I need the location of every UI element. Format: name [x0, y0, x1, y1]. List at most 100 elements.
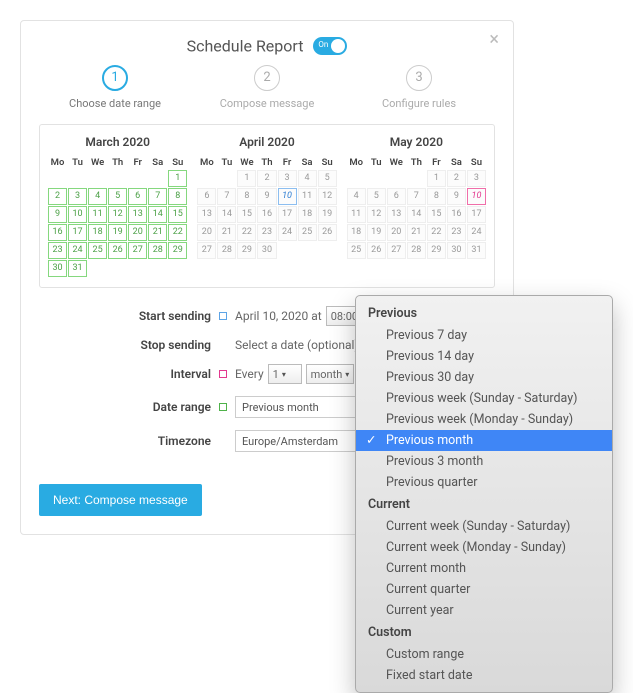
dropdown-item[interactable]: Custom range: [356, 644, 612, 665]
calendar-day[interactable]: 2: [48, 188, 67, 205]
calendar-day[interactable]: 21: [217, 224, 236, 241]
calendar-day[interactable]: 12: [318, 188, 337, 205]
step-1[interactable]: 1Choose date range: [39, 65, 191, 110]
calendar-day[interactable]: 14: [407, 206, 426, 223]
calendar-day[interactable]: 15: [168, 206, 187, 223]
calendar-day[interactable]: 24: [68, 242, 87, 259]
calendar-day[interactable]: 11: [298, 188, 317, 205]
calendar-day[interactable]: 28: [148, 242, 167, 259]
close-icon[interactable]: ×: [489, 31, 499, 49]
calendar-day[interactable]: 18: [298, 206, 317, 223]
calendar-day[interactable]: 22: [427, 224, 446, 241]
calendar-day[interactable]: 24: [278, 224, 297, 241]
calendar-day[interactable]: 2: [447, 170, 466, 187]
calendar-day[interactable]: 14: [148, 206, 167, 223]
calendar-day[interactable]: 18: [88, 224, 107, 241]
calendar-day[interactable]: 5: [367, 188, 386, 205]
calendar-day[interactable]: 1: [237, 170, 256, 187]
dropdown-item[interactable]: Current week (Sunday - Saturday): [356, 516, 612, 537]
date-range-dropdown[interactable]: PreviousPrevious 7 dayPrevious 14 dayPre…: [355, 295, 613, 693]
calendar-day[interactable]: 25: [298, 224, 317, 241]
calendar-day[interactable]: 10: [467, 188, 486, 205]
dropdown-item[interactable]: Fixed start date: [356, 665, 612, 686]
calendar-day[interactable]: 23: [447, 224, 466, 241]
calendar-day[interactable]: 20: [128, 224, 147, 241]
calendar-day[interactable]: 13: [387, 206, 406, 223]
calendar-day[interactable]: 27: [128, 242, 147, 259]
calendar-day[interactable]: 11: [88, 206, 107, 223]
start-sending-date[interactable]: April 10, 2020 at: [235, 309, 322, 323]
calendar-day[interactable]: 13: [197, 206, 216, 223]
calendar-day[interactable]: 17: [68, 224, 87, 241]
calendar-day[interactable]: 8: [237, 188, 256, 205]
calendar-day[interactable]: 5: [318, 170, 337, 187]
calendar-day[interactable]: 9: [447, 188, 466, 205]
calendar-day[interactable]: 9: [48, 206, 67, 223]
calendar-day[interactable]: 6: [197, 188, 216, 205]
calendar-day[interactable]: 22: [237, 224, 256, 241]
calendar-day[interactable]: 15: [427, 206, 446, 223]
calendar-day[interactable]: 4: [88, 188, 107, 205]
calendar-day[interactable]: 20: [387, 224, 406, 241]
calendar-day[interactable]: 30: [447, 242, 466, 259]
calendar-day[interactable]: 18: [347, 224, 366, 241]
dropdown-item[interactable]: Current year: [356, 600, 612, 621]
calendar-day[interactable]: 3: [68, 188, 87, 205]
calendar-day[interactable]: 31: [467, 242, 486, 259]
calendar-day[interactable]: 21: [407, 224, 426, 241]
calendar-day[interactable]: 8: [427, 188, 446, 205]
dropdown-item[interactable]: Current month: [356, 558, 612, 579]
dropdown-item[interactable]: Previous 30 day: [356, 367, 612, 388]
calendar-day[interactable]: 11: [347, 206, 366, 223]
calendar-day[interactable]: 28: [217, 242, 236, 259]
dropdown-item[interactable]: Previous 3 month: [356, 451, 612, 472]
calendar-day[interactable]: 24: [467, 224, 486, 241]
calendar-day[interactable]: 4: [347, 188, 366, 205]
next-compose-button[interactable]: Next: Compose message: [39, 484, 202, 516]
calendar-day[interactable]: 30: [48, 260, 67, 277]
calendar-day[interactable]: 16: [257, 206, 276, 223]
dropdown-item[interactable]: Previous quarter: [356, 472, 612, 493]
calendar-day[interactable]: 19: [367, 224, 386, 241]
calendar-day[interactable]: 1: [168, 170, 187, 187]
calendar-day[interactable]: 12: [367, 206, 386, 223]
calendar-day[interactable]: 26: [318, 224, 337, 241]
calendar-day[interactable]: 16: [48, 224, 67, 241]
dropdown-item[interactable]: Current week (Monday - Sunday): [356, 537, 612, 558]
calendar-day[interactable]: 23: [257, 224, 276, 241]
calendar-day[interactable]: 7: [148, 188, 167, 205]
calendar-day[interactable]: 25: [347, 242, 366, 259]
calendar-day[interactable]: 17: [278, 206, 297, 223]
dropdown-item[interactable]: Previous week (Sunday - Saturday): [356, 388, 612, 409]
calendar-day[interactable]: 9: [257, 188, 276, 205]
calendar-day[interactable]: 3: [467, 170, 486, 187]
calendar-day[interactable]: 7: [217, 188, 236, 205]
calendar-day[interactable]: 26: [108, 242, 127, 259]
dropdown-item[interactable]: Current quarter: [356, 579, 612, 600]
interval-unit-select[interactable]: month: [306, 364, 355, 384]
calendar-day[interactable]: 14: [217, 206, 236, 223]
calendar-day[interactable]: 15: [237, 206, 256, 223]
step-2[interactable]: 2Compose message: [191, 65, 343, 110]
calendar-day[interactable]: 29: [237, 242, 256, 259]
schedule-toggle[interactable]: On: [313, 37, 347, 55]
calendar-day[interactable]: 22: [168, 224, 187, 241]
calendar-day[interactable]: 21: [148, 224, 167, 241]
calendar-day[interactable]: 19: [318, 206, 337, 223]
calendar-day[interactable]: 6: [387, 188, 406, 205]
calendar-day[interactable]: 28: [407, 242, 426, 259]
calendar-day[interactable]: 1: [427, 170, 446, 187]
calendar-day[interactable]: 26: [367, 242, 386, 259]
calendar-day[interactable]: 10: [278, 188, 297, 205]
calendar-day[interactable]: 20: [197, 224, 216, 241]
calendar-day[interactable]: 4: [298, 170, 317, 187]
calendar-day[interactable]: 8: [168, 188, 187, 205]
calendar-day[interactable]: 7: [407, 188, 426, 205]
calendar-day[interactable]: 19: [108, 224, 127, 241]
calendar-day[interactable]: 27: [197, 242, 216, 259]
calendar-day[interactable]: 17: [467, 206, 486, 223]
dropdown-item[interactable]: Previous month: [356, 430, 612, 451]
calendar-day[interactable]: 29: [427, 242, 446, 259]
stop-sending-placeholder[interactable]: Select a date (optional): [235, 338, 359, 352]
step-3[interactable]: 3Configure rules: [343, 65, 495, 110]
